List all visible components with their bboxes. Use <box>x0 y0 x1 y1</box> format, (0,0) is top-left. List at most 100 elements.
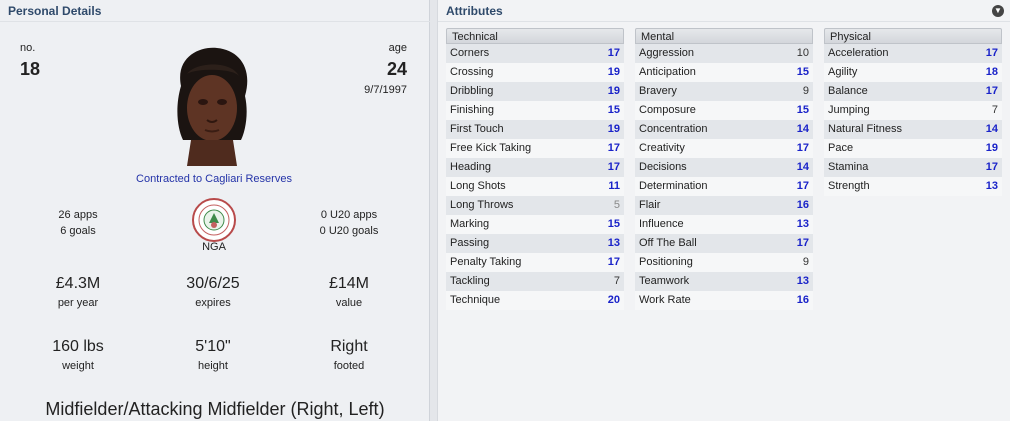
attribute-name: Tackling <box>450 275 490 287</box>
attribute-name: Determination <box>639 180 708 192</box>
attribute-row[interactable]: Flair 16 <box>635 196 813 215</box>
attribute-value: 7 <box>991 104 998 116</box>
attribute-name: Flair <box>639 199 661 211</box>
attribute-value: 13 <box>607 237 620 249</box>
attribute-value: 18 <box>985 66 998 78</box>
weight-label: weight <box>62 360 94 372</box>
attribute-row[interactable]: Free Kick Taking 17 <box>446 139 624 158</box>
attribute-row[interactable]: Decisions 14 <box>635 158 813 177</box>
attribute-row[interactable]: Positioning 9 <box>635 253 813 272</box>
attribute-value: 13 <box>985 180 998 192</box>
attribute-value: 16 <box>796 199 809 211</box>
attribute-value: 10 <box>796 47 809 59</box>
mental-heading: Mental <box>635 28 813 44</box>
attribute-name: Corners <box>450 47 490 59</box>
attribute-row[interactable]: Long Shots 11 <box>446 177 624 196</box>
attribute-value: 13 <box>796 275 809 287</box>
attribute-name: Anticipation <box>639 66 696 78</box>
attribute-value: 17 <box>985 85 998 97</box>
attribute-value: 13 <box>796 218 809 230</box>
attribute-name: Technique <box>450 294 501 306</box>
attributes-panel: Attributes ▼ Technical Corners 17 Crossing… <box>437 0 1010 421</box>
attribute-name: Composure <box>639 104 696 116</box>
attribute-name: Stamina <box>828 161 869 173</box>
attribute-name: Acceleration <box>828 47 889 59</box>
mental-rows: Aggression 10 Anticipation 15 Bravery 9 Compos… <box>635 44 813 310</box>
attribute-row[interactable]: Agility 18 <box>824 63 1002 82</box>
wage-label: per year <box>57 297 99 309</box>
attribute-name: Free Kick Taking <box>450 142 532 154</box>
caps-apps: 26 apps <box>58 209 98 221</box>
attribute-name: Agility <box>828 66 858 78</box>
contract-expiry-label: expires <box>195 297 231 309</box>
transfer-value: £14M <box>328 275 370 292</box>
attribute-row[interactable]: Influence 13 <box>635 215 813 234</box>
attribute-value: 17 <box>607 256 620 268</box>
age-label: age <box>388 42 407 54</box>
attribute-row[interactable]: Anticipation 15 <box>635 63 813 82</box>
attribute-row[interactable]: Corners 17 <box>446 44 624 63</box>
height-value: 5'10" <box>195 338 231 355</box>
attribute-row[interactable]: Acceleration 17 <box>824 44 1002 63</box>
attribute-row[interactable]: Work Rate 16 <box>635 291 813 310</box>
attribute-row[interactable]: Dribbling 19 <box>446 82 624 101</box>
caps-goals: 6 goals <box>60 225 96 237</box>
attribute-row[interactable]: Off The Ball 17 <box>635 234 813 253</box>
attribute-value: 11 <box>608 180 620 192</box>
attribute-row[interactable]: Aggression 10 <box>635 44 813 63</box>
physical-attributes-table: Physical Acceleration 17 Agility 18 Balance 1… <box>824 28 1002 196</box>
attribute-row[interactable]: Tackling 7 <box>446 272 624 291</box>
title-divider <box>438 21 1010 22</box>
attribute-value: 15 <box>607 104 620 116</box>
attribute-name: Marking <box>450 218 490 230</box>
physical-rows: Acceleration 17 Agility 18 Balance 17 Jumping 7… <box>824 44 1002 196</box>
attribute-value: 7 <box>613 275 620 287</box>
technical-attributes-table: Technical Corners 17 Crossing 19 Dribbling 19… <box>446 28 624 310</box>
attribute-row[interactable]: First Touch 19 <box>446 120 624 139</box>
attribute-row[interactable]: Pace 19 <box>824 139 1002 158</box>
attribute-row[interactable]: Finishing 15 <box>446 101 624 120</box>
attribute-row[interactable]: Jumping 7 <box>824 101 1002 120</box>
attribute-name: Jumping <box>828 104 870 116</box>
attribute-row[interactable]: Creativity 17 <box>635 139 813 158</box>
attribute-name: Decisions <box>639 161 687 173</box>
attribute-name: Influence <box>639 218 684 230</box>
attribute-row[interactable]: Bravery 9 <box>635 82 813 101</box>
attribute-value: 14 <box>796 161 809 173</box>
attribute-row[interactable]: Long Throws 5 <box>446 196 624 215</box>
attribute-value: 9 <box>802 85 809 97</box>
attribute-name: Long Throws <box>450 199 514 211</box>
attribute-name: Natural Fitness <box>828 123 902 135</box>
player-position: Midfielder/Attacking Midfielder (Right, … <box>45 399 385 419</box>
attribute-name: Heading <box>450 161 491 173</box>
attribute-row[interactable]: Composure 15 <box>635 101 813 120</box>
attribute-name: Bravery <box>639 85 677 97</box>
attribute-row[interactable]: Technique 20 <box>446 291 624 310</box>
squad-number: 18 <box>20 59 41 79</box>
attribute-value: 19 <box>985 142 998 154</box>
attribute-row[interactable]: Natural Fitness 14 <box>824 120 1002 139</box>
weight-value: 160 lbs <box>52 338 104 355</box>
attribute-row[interactable]: Passing 13 <box>446 234 624 253</box>
attribute-name: Pace <box>828 142 854 154</box>
attribute-name: Long Shots <box>450 180 506 192</box>
attribute-row[interactable]: Penalty Taking 17 <box>446 253 624 272</box>
attribute-row[interactable]: Balance 17 <box>824 82 1002 101</box>
mental-attributes-table: Mental Aggression 10 Anticipation 15 Bravery… <box>635 28 813 310</box>
attribute-row[interactable]: Determination 17 <box>635 177 813 196</box>
attribute-row[interactable]: Marking 15 <box>446 215 624 234</box>
attribute-row[interactable]: Stamina 17 <box>824 158 1002 177</box>
attribute-value: 17 <box>985 161 998 173</box>
attribute-row[interactable]: Heading 17 <box>446 158 624 177</box>
contract-link[interactable]: Contracted to Cagliari Reserves <box>100 173 328 185</box>
attribute-name: First Touch <box>450 123 504 135</box>
attribute-row[interactable]: Strength 13 <box>824 177 1002 196</box>
chevron-down-circle-icon[interactable]: ▼ <box>992 5 1004 17</box>
attribute-value: 17 <box>796 142 809 154</box>
attribute-row[interactable]: Concentration 14 <box>635 120 813 139</box>
attribute-row[interactable]: Teamwork 13 <box>635 272 813 291</box>
attribute-name: Teamwork <box>639 275 690 287</box>
attribute-row[interactable]: Crossing 19 <box>446 63 624 82</box>
preferred-foot-value: Right <box>330 338 368 355</box>
attribute-name: Off The Ball <box>639 237 697 249</box>
